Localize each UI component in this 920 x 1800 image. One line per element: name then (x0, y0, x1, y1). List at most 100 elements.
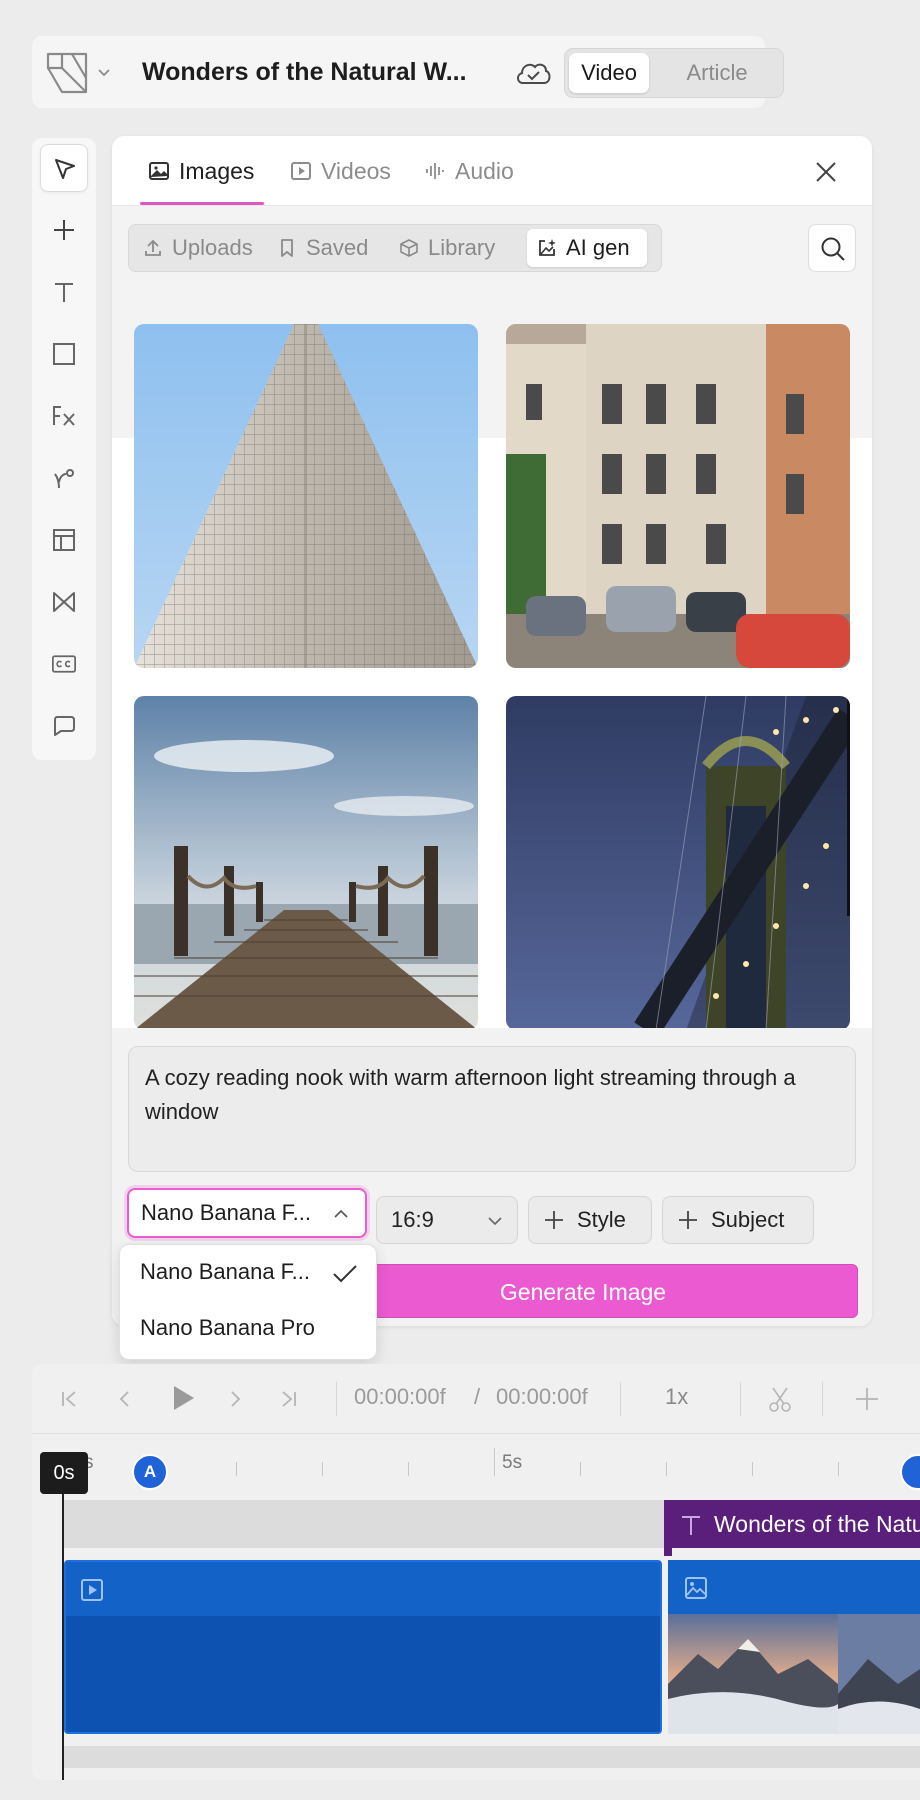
marker-second[interactable] (900, 1454, 920, 1490)
ruler-tick (408, 1462, 409, 1476)
generate-image-button[interactable]: Generate Image (308, 1264, 858, 1318)
image-result-street[interactable] (506, 324, 850, 668)
text-clip-label: Wonders of the Natural World (714, 1511, 920, 1537)
close-icon (816, 162, 836, 182)
app-logo-icon[interactable] (44, 50, 90, 96)
aspect-ratio-value: 16:9 (391, 1207, 434, 1232)
comment-icon (54, 716, 75, 736)
model-option[interactable]: Nano Banana Pro (140, 1315, 315, 1341)
clip-thumbnail (668, 1614, 920, 1734)
model-dropdown-menu: Nano Banana F... Nano Banana Pro (119, 1244, 377, 1360)
tab-videos[interactable]: Videos (290, 136, 391, 206)
divider (620, 1382, 621, 1416)
add-button[interactable] (40, 206, 88, 254)
search-button[interactable] (808, 224, 856, 272)
skip-to-end-icon[interactable] (276, 1386, 302, 1412)
marker-a[interactable]: A (132, 1454, 168, 1490)
text-tool-button[interactable] (40, 268, 88, 316)
play-icon[interactable] (166, 1382, 198, 1414)
add-subject-button[interactable]: Subject (662, 1196, 814, 1244)
layout-tool-button[interactable] (40, 516, 88, 564)
cloud-saved-icon (514, 58, 552, 88)
divider (740, 1382, 741, 1416)
style-label: Style (577, 1207, 626, 1232)
sparkle-image-icon (539, 239, 556, 256)
scissors-icon[interactable] (766, 1386, 794, 1414)
playhead-line (62, 1494, 64, 1780)
timeline-toolbar: 00:00:00f / 00:00:00f 1x (32, 1364, 920, 1434)
divider (336, 1382, 337, 1416)
pen-curve-icon (54, 469, 74, 489)
ruler-label: 5s (502, 1452, 523, 1473)
captions-tool-button[interactable] (40, 640, 88, 688)
media-tabs: Images Videos Audio (112, 136, 872, 206)
ruler-tick (236, 1462, 237, 1476)
image-result-pier[interactable] (134, 696, 478, 1030)
text-clip-handle[interactable] (664, 1548, 672, 1556)
source-saved-button[interactable]: Saved (267, 229, 377, 267)
top-bar: Wonders of the Natural W... Video Articl… (32, 36, 784, 108)
comments-tool-button[interactable] (40, 702, 88, 750)
shape-tool-button[interactable] (40, 330, 88, 378)
tab-images-label: Images (179, 157, 255, 184)
close-panel-button[interactable] (812, 158, 840, 186)
transition-tool-button[interactable] (40, 578, 88, 626)
ruler-tick (666, 1462, 667, 1476)
tab-images[interactable]: Images (148, 136, 254, 206)
plus-icon[interactable] (854, 1386, 880, 1412)
select-tool-button[interactable] (40, 144, 88, 192)
transition-icon (53, 592, 75, 612)
bookmark-icon (281, 239, 293, 257)
path-tool-button[interactable] (40, 454, 88, 502)
time-separator: / (474, 1384, 481, 1409)
play-square-icon (291, 162, 311, 180)
model-select[interactable]: Nano Banana F... (127, 1188, 367, 1238)
image-result-bridge[interactable] (506, 696, 850, 1030)
add-style-button[interactable]: Style (528, 1196, 652, 1244)
time-ruler[interactable]: s 5s A (32, 1436, 920, 1500)
source-library-label: Library (428, 235, 496, 260)
empty-track (64, 1746, 920, 1768)
chevron-down-icon[interactable] (96, 64, 112, 80)
divider (822, 1382, 823, 1416)
video-clip[interactable] (64, 1560, 662, 1734)
model-select-value: Nano Banana F... (141, 1200, 312, 1225)
total-time: 00:00:00f (496, 1384, 588, 1409)
prompt-textarea[interactable]: A cozy reading nook with warm afternoon … (128, 1046, 856, 1172)
image-result-skyscraper[interactable] (134, 324, 478, 668)
skip-to-start-icon[interactable] (56, 1386, 82, 1412)
document-title[interactable]: Wonders of the Natural W... (142, 56, 497, 88)
text-clip[interactable]: Wonders of the Natural World (664, 1500, 920, 1548)
aspect-ratio-select[interactable]: 16:9 (376, 1196, 518, 1244)
image-icon (685, 1577, 707, 1599)
image-icon (149, 162, 169, 180)
source-ai-gen-button[interactable]: AI gen (527, 229, 647, 267)
fx-icon (53, 406, 75, 426)
mode-article-button[interactable]: Article (657, 53, 777, 93)
check-icon (333, 1265, 357, 1283)
cube-icon (400, 239, 418, 257)
image-clip[interactable] (668, 1560, 920, 1734)
step-back-icon[interactable] (112, 1386, 138, 1412)
tab-audio[interactable]: Audio (424, 136, 514, 206)
mode-segmented-control: Video Article (564, 48, 784, 98)
source-library-button[interactable]: Library (389, 229, 517, 267)
closed-captions-icon (52, 655, 76, 673)
effects-tool-button[interactable] (40, 392, 88, 440)
ruler-tick (752, 1462, 753, 1476)
tab-audio-label: Audio (455, 157, 514, 184)
playhead[interactable]: 0s (40, 1452, 88, 1494)
source-segmented-control: Uploads Saved Library AI gen (128, 224, 662, 272)
timeline: 00:00:00f / 00:00:00f 1x s 5s A Wonders … (32, 1364, 920, 1780)
plus-icon (679, 1211, 697, 1229)
cursor-icon (55, 159, 75, 179)
mode-video-button[interactable]: Video (569, 53, 649, 93)
upload-icon (145, 239, 161, 256)
plus-icon (54, 220, 74, 240)
source-uploads-button[interactable]: Uploads (133, 229, 257, 267)
waveform-icon (426, 163, 444, 179)
step-forward-icon[interactable] (222, 1386, 248, 1412)
model-option[interactable]: Nano Banana F... (140, 1259, 310, 1285)
source-ai-gen-label: AI gen (566, 235, 630, 260)
playback-speed-button[interactable]: 1x (665, 1384, 688, 1410)
